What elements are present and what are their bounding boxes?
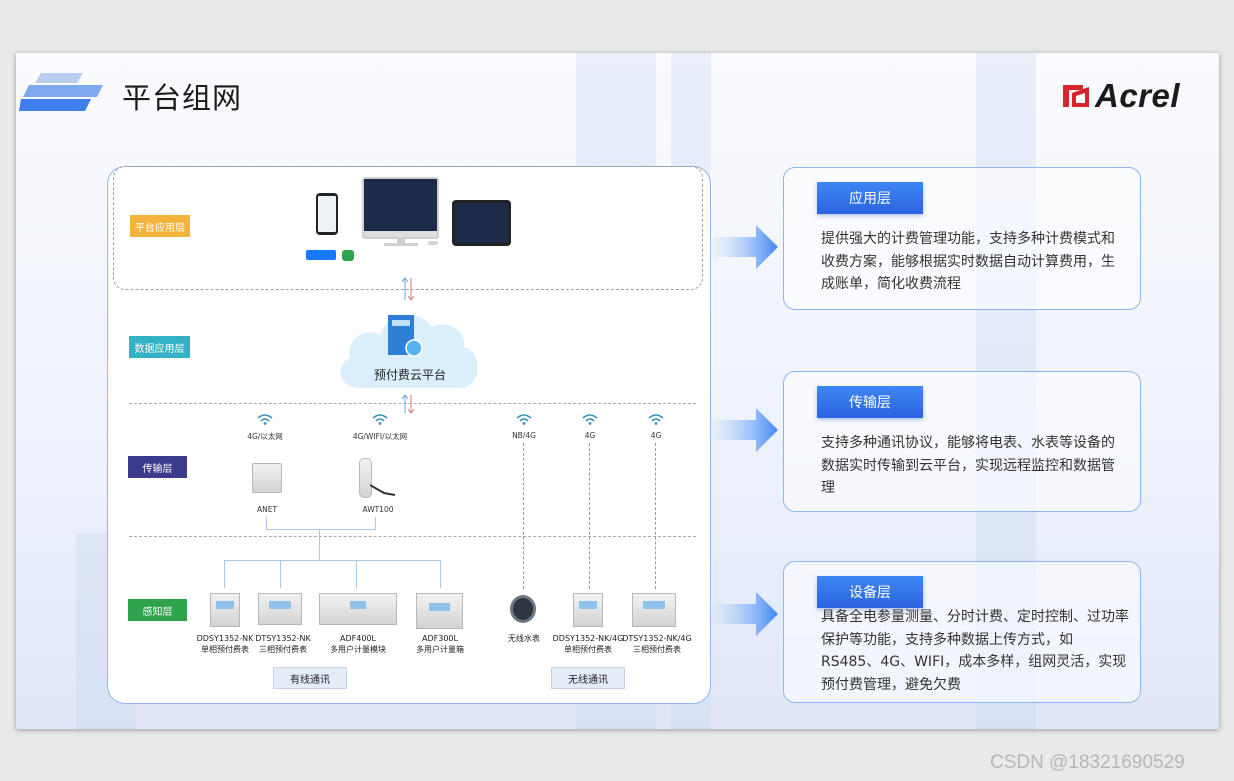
sync-arrows-icon	[401, 394, 415, 414]
layer-tag-data: 数据应用层	[129, 336, 190, 358]
network-label: 4G	[650, 431, 662, 440]
watermark: CSDN @18321690529	[990, 752, 1185, 773]
card-text: 提供强大的计费管理功能，支持多种计费模式和收费方案，能够根据实时数据自动计算费用…	[821, 231, 1115, 292]
slide: 平台组网 Acrel 平台应用层 数据应用层 传输层 感知层 预付费云平台 4G…	[16, 53, 1219, 729]
water-meter-icon	[510, 595, 536, 623]
layer-tag-transport: 传输层	[128, 456, 187, 478]
single-phase-meter-icon	[210, 593, 240, 627]
wechat-icon	[342, 250, 354, 261]
metering-module-icon	[319, 593, 397, 625]
layer-divider	[129, 403, 696, 404]
keyboard-icon	[384, 243, 418, 246]
connector-line	[319, 529, 320, 561]
card-text: 支持多种通讯协议，能够将电表、水表等设备的数据实时传输到云平台，实现远程监控和数…	[821, 435, 1115, 496]
wireless-link	[523, 443, 524, 589]
gateway-label: ANET	[256, 505, 278, 514]
three-phase-4g-meter-icon	[632, 593, 676, 627]
connector-line	[440, 560, 441, 588]
layer-tag-platform: 平台应用层	[130, 215, 190, 237]
device-label: DTSY1352-NK/4G 三相预付费表	[622, 634, 692, 654]
phone-icon	[316, 193, 338, 235]
header-stripes-icon	[19, 73, 103, 111]
connector-line	[280, 560, 281, 588]
card-title: 应用层	[817, 182, 923, 214]
layer-divider	[129, 536, 696, 537]
device-label: ADF300L 多用户计量箱	[416, 634, 464, 654]
connector-line	[224, 560, 441, 561]
gateway-label: AWT100	[362, 505, 394, 514]
brand-logo: Acrel	[1063, 77, 1181, 114]
connector-line	[224, 560, 225, 588]
mouse-icon	[428, 241, 438, 245]
card-title: 传输层	[817, 386, 923, 418]
three-phase-meter-icon	[258, 593, 302, 625]
network-label: 4G/以太网	[247, 432, 283, 441]
card-text: 具备全电参量测量、分时计费、定时控制、过功率保护等功能，支持多种数据上传方式，如…	[821, 609, 1129, 693]
connector-line	[266, 529, 376, 530]
monitor-icon	[362, 177, 439, 239]
wireless-comm-label: 无线通讯	[551, 667, 625, 689]
network-label: 4G/WIFI/以太网	[352, 432, 408, 441]
wifi-icon	[257, 414, 273, 425]
acrel-logo-icon	[1063, 85, 1089, 107]
connector-line	[356, 560, 357, 588]
network-label: 4G	[584, 431, 596, 440]
page-title: 平台组网	[122, 81, 243, 115]
antenna-icon	[370, 484, 396, 496]
wireless-link	[589, 443, 590, 589]
card-title: 设备层	[817, 576, 923, 608]
anet-gateway-icon	[252, 463, 282, 493]
tablet-icon	[452, 200, 511, 246]
device-label: ADF400L 多用户计量模块	[330, 634, 386, 654]
connector-line	[266, 517, 267, 529]
wifi-icon	[372, 414, 388, 425]
single-phase-4g-meter-icon	[573, 593, 603, 627]
device-label: DTSY1352-NK 三相预付费表	[255, 634, 311, 654]
device-label: 无线水表	[508, 634, 540, 643]
connector-line	[375, 517, 376, 529]
cloud-label: 预付费云平台	[373, 368, 446, 382]
wifi-icon	[516, 414, 532, 425]
brand-name: Acrel	[1095, 77, 1181, 114]
device-layer-card: 设备层 具备全电参量测量、分时计费、定时控制、过功率保护等功能，支持多种数据上传…	[783, 561, 1141, 703]
transport-layer-card: 传输层 支持多种通讯协议，能够将电表、水表等设备的数据实时传输到云平台，实现远程…	[783, 371, 1141, 512]
wired-comm-label: 有线通讯	[273, 667, 347, 689]
arrow-right-icon	[706, 592, 778, 636]
metering-box-icon	[416, 593, 463, 629]
wifi-icon	[582, 414, 598, 425]
arrow-right-icon	[706, 408, 778, 452]
wireless-link	[655, 443, 656, 589]
layer-tag-perception: 感知层	[128, 599, 187, 621]
device-label: DDSY1352-NK 单相预付费表	[196, 634, 254, 654]
arrow-right-icon	[706, 225, 778, 269]
wifi-icon	[648, 414, 664, 425]
app-layer-card: 应用层 提供强大的计费管理功能，支持多种计费模式和收费方案，能够根据实时数据自动…	[783, 167, 1141, 310]
network-label: NB/4G	[512, 431, 536, 440]
sync-arrows-icon	[401, 277, 415, 301]
alipay-icon	[306, 250, 336, 260]
device-label: DDSY1352-NK/4G 单相预付费表	[552, 634, 624, 654]
